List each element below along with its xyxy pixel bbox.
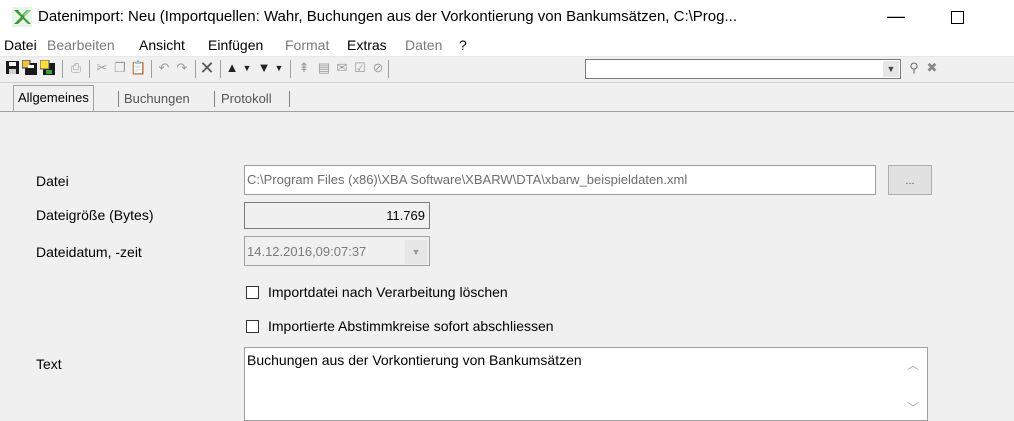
datei-value: C:\Program Files (x86)\XBA Software\XBAR… xyxy=(247,172,688,187)
check-icon[interactable]: ☑ xyxy=(352,60,368,76)
search-combobox[interactable]: ▼ xyxy=(585,59,901,79)
tab-panel-border xyxy=(0,111,1014,112)
move-down-dropdown-icon[interactable]: ▼ xyxy=(271,60,287,76)
delete-icon[interactable]: ✕ xyxy=(199,59,215,77)
maximize-icon xyxy=(951,11,964,24)
tab-buchungen[interactable]: Buchungen xyxy=(124,88,190,109)
app-logo-icon xyxy=(12,7,32,27)
datei-label: Datei xyxy=(36,173,69,189)
scroll-up-icon[interactable]: ︿ xyxy=(907,356,919,373)
tab-separator xyxy=(289,91,290,107)
toolbar-separator xyxy=(89,60,90,78)
text-area-value: Buchungen aus der Vorkontierung von Bank… xyxy=(247,352,582,368)
importdatei-loeschen-label[interactable]: Importdatei nach Verarbeitung löschen xyxy=(268,284,508,300)
tab-strip: Allgemeines Buchungen Protokoll xyxy=(0,83,1014,111)
copy-icon[interactable]: ❐ xyxy=(112,60,128,76)
dateigroesse-field: 11.769 xyxy=(244,202,430,229)
window-title: Datenimport: Neu (Importquellen: Wahr, B… xyxy=(38,8,737,25)
scroll-down-icon[interactable]: ﹀ xyxy=(907,399,919,416)
search-icon[interactable]: ⚲ xyxy=(906,60,922,76)
tab-allgemeines[interactable]: Allgemeines xyxy=(13,85,94,111)
menu-extras[interactable]: Extras xyxy=(347,37,387,53)
menu-daten[interactable]: Daten xyxy=(405,37,442,53)
dateigroesse-value: 11.769 xyxy=(386,208,425,223)
toolbar: ⎙ ✂ ❐ 📋 ↶ ↷ ✕ ▲ ▼ ▼ ▼ ⇞ ▤ ✉ ☑ ⊘ ▼ ⚲ ✖ xyxy=(0,57,1014,83)
menu-bar: Datei Bearbeiten Ansicht Einfügen Format… xyxy=(0,34,1014,57)
dateidatum-label: Dateidatum, -zeit xyxy=(36,244,142,260)
undo-icon[interactable]: ↶ xyxy=(156,60,172,76)
menu-format[interactable]: Format xyxy=(285,37,329,53)
abstimmkreise-abschliessen-label[interactable]: Importierte Abstimmkreise sofort abschli… xyxy=(268,318,554,334)
print-icon[interactable]: ⎙ xyxy=(68,60,84,76)
toolbar-separator xyxy=(388,60,389,78)
abstimmkreise-abschliessen-checkbox[interactable] xyxy=(246,320,259,333)
toolbar-separator xyxy=(195,60,196,78)
maximize-button[interactable] xyxy=(934,2,982,32)
toolbar-separator xyxy=(290,60,291,78)
menu-datei[interactable]: Datei xyxy=(4,37,37,53)
text-area[interactable]: Buchungen aus der Vorkontierung von Bank… xyxy=(244,347,928,421)
export-icon[interactable]: ▤ xyxy=(316,60,332,76)
title-bar[interactable]: Datenimport: Neu (Importquellen: Wahr, B… xyxy=(0,0,1014,34)
text-label: Text xyxy=(36,356,62,372)
move-down-icon[interactable]: ▼ xyxy=(256,60,272,76)
close-filter-icon[interactable]: ✖ xyxy=(924,60,940,76)
toolbar-separator xyxy=(151,60,152,78)
menu-einfuegen[interactable]: Einfügen xyxy=(208,37,263,53)
chevron-down-icon[interactable]: ▼ xyxy=(883,61,899,77)
move-up-icon[interactable]: ▲ xyxy=(224,60,240,76)
menu-help[interactable]: ? xyxy=(459,37,467,53)
paste-icon[interactable]: 📋 xyxy=(130,60,146,76)
stamp-icon[interactable]: ⊘ xyxy=(370,60,386,76)
chevron-down-icon[interactable]: ▼ xyxy=(405,240,427,264)
save-as-icon[interactable] xyxy=(21,59,38,76)
cut-icon[interactable]: ✂ xyxy=(94,60,110,76)
menu-ansicht[interactable]: Ansicht xyxy=(139,37,185,53)
datei-field[interactable]: C:\Program Files (x86)\XBA Software\XBAR… xyxy=(244,165,876,195)
browse-button[interactable]: ... xyxy=(888,165,932,195)
redo-icon[interactable]: ↷ xyxy=(174,60,190,76)
minimize-button[interactable]: — xyxy=(872,2,920,32)
save-icon[interactable] xyxy=(4,60,20,76)
importdatei-loeschen-checkbox[interactable] xyxy=(246,286,259,299)
move-up-dropdown-icon[interactable]: ▼ xyxy=(239,60,255,76)
tab-protokoll[interactable]: Protokoll xyxy=(221,88,272,109)
filter-icon[interactable]: ⇞ xyxy=(296,60,312,76)
dateidatum-value: 14.12.2016,09:07:37 xyxy=(247,244,367,259)
dateidatum-field[interactable]: 14.12.2016,09:07:37 ▼ xyxy=(244,236,430,266)
toolbar-separator xyxy=(62,60,63,78)
toolbar-separator xyxy=(220,60,221,78)
dateigroesse-label: Dateigröße (Bytes) xyxy=(36,207,154,223)
tab-separator xyxy=(118,91,119,107)
tab-separator xyxy=(214,91,215,107)
save-all-icon[interactable] xyxy=(39,59,56,76)
menu-bearbeiten[interactable]: Bearbeiten xyxy=(47,37,115,53)
mail-icon[interactable]: ✉ xyxy=(334,60,350,76)
